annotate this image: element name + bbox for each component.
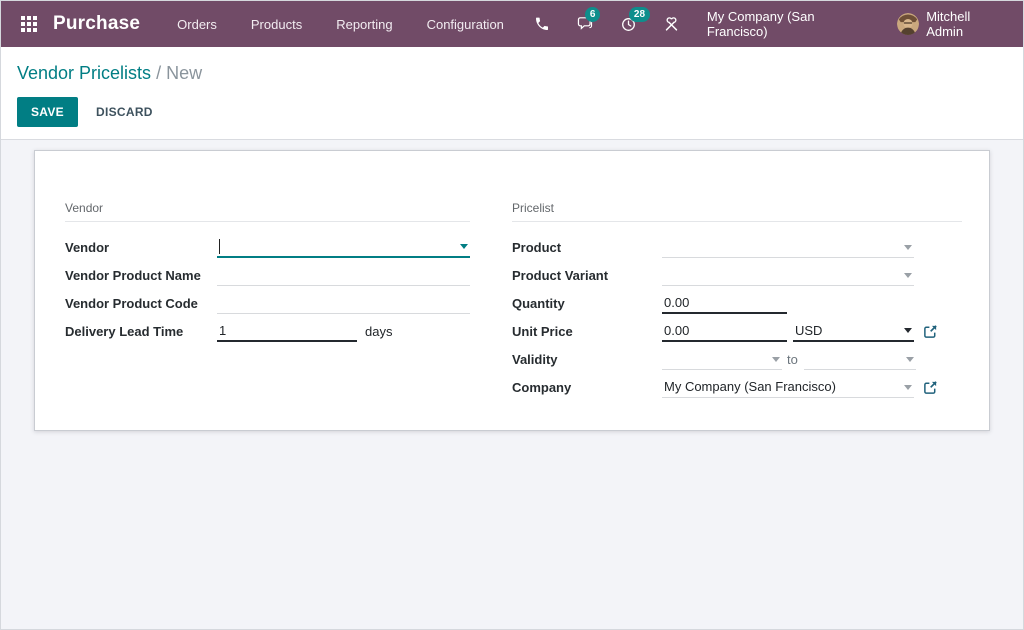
product-input[interactable] — [662, 237, 914, 258]
breadcrumb-separator: / — [156, 63, 162, 83]
navbar-left: Purchase Orders Products Reporting Confi… — [13, 1, 521, 47]
user-menu[interactable]: Mitchell Admin — [893, 9, 1019, 39]
menu-configuration[interactable]: Configuration — [410, 1, 521, 47]
phone-icon[interactable] — [521, 1, 563, 47]
quantity-label: Quantity — [512, 295, 565, 311]
vendor-label: Vendor — [65, 239, 110, 255]
company-switcher[interactable]: My Company (San Francisco) — [707, 9, 871, 39]
vendor-product-code-row: Vendor Product Code — [65, 293, 470, 314]
navbar-right: 6 28 My Company (San Francisco) Mitchell… — [521, 1, 1019, 47]
validity-start-caret-icon[interactable] — [772, 356, 780, 362]
menu-orders[interactable]: Orders — [160, 1, 234, 47]
validity-end-caret-icon[interactable] — [905, 356, 914, 362]
breadcrumb: Vendor Pricelists / New — [17, 62, 1007, 85]
company-external-link-icon[interactable] — [923, 380, 938, 395]
unit-price-input[interactable]: 0.00 — [662, 321, 787, 342]
vendor-dropdown-caret-icon[interactable] — [460, 244, 468, 249]
product-variant-label: Product Variant — [512, 267, 609, 283]
validity-start-input[interactable] — [662, 349, 782, 370]
unit-price-label: Unit Price — [512, 323, 573, 339]
messages-badge: 6 — [584, 7, 601, 22]
validity-label: Validity — [512, 351, 558, 367]
text-cursor — [219, 238, 220, 254]
currency-dropdown-caret-icon[interactable] — [904, 328, 912, 333]
vendor-product-name-row: Vendor Product Name — [65, 265, 470, 286]
activities-clock-icon[interactable]: 28 — [607, 1, 651, 47]
discard-button[interactable]: DISCARD — [82, 97, 167, 127]
validity-separator: to — [787, 351, 798, 367]
vendor-row: Vendor — [65, 237, 470, 258]
action-buttons: SAVE DISCARD — [17, 96, 1007, 127]
product-variant-row: Product Variant — [512, 265, 962, 286]
company-label: Company — [512, 379, 572, 395]
vendor-product-code-input[interactable] — [217, 293, 470, 314]
vendor-product-name-label: Vendor Product Name — [65, 267, 201, 283]
vendor-group-title: Vendor — [65, 201, 470, 222]
company-value: My Company (San Francisco) — [664, 379, 836, 394]
delivery-lead-time-input[interactable]: 1 — [217, 321, 357, 342]
quantity-input[interactable]: 0.00 — [662, 293, 787, 314]
content-area: Vendor Vendor Vendor Product Name Vendor… — [1, 139, 1023, 629]
activities-badge: 28 — [628, 7, 651, 22]
validity-end-input[interactable] — [803, 349, 916, 370]
product-variant-input[interactable] — [662, 265, 914, 286]
delivery-lead-time-row: Delivery Lead Time 1 days — [65, 321, 470, 342]
control-panel: Vendor Pricelists / New SAVE DISCARD — [1, 47, 1023, 140]
unit-price-row: Unit Price 0.00 USD — [512, 321, 962, 342]
currency-select[interactable]: USD — [793, 321, 914, 342]
app-name[interactable]: Purchase — [53, 13, 140, 35]
breadcrumb-parent[interactable]: Vendor Pricelists — [17, 63, 151, 83]
validity-row: Validity to — [512, 349, 962, 370]
vendor-group: Vendor Vendor Vendor Product Name Vendor… — [65, 201, 470, 430]
vendor-product-code-label: Vendor Product Code — [65, 295, 198, 311]
quantity-row: Quantity 0.00 — [512, 293, 962, 314]
currency-value: USD — [795, 322, 823, 338]
form-sheet: Vendor Vendor Vendor Product Name Vendor… — [34, 149, 990, 431]
apps-grid-icon[interactable] — [21, 16, 37, 32]
product-row: Product — [512, 237, 962, 258]
save-button[interactable]: SAVE — [17, 96, 78, 127]
tools-icon[interactable] — [650, 1, 693, 47]
pricelist-group: Pricelist Product Product Variant Quanti… — [512, 201, 962, 430]
breadcrumb-current: New — [166, 63, 203, 83]
company-input[interactable]: My Company (San Francisco) — [662, 377, 914, 398]
odoo-window: Purchase Orders Products Reporting Confi… — [0, 0, 1024, 630]
product-variant-dropdown-caret-icon[interactable] — [904, 272, 912, 278]
company-row: Company My Company (San Francisco) — [512, 377, 962, 398]
vendor-product-name-input[interactable] — [217, 265, 470, 286]
menu-products[interactable]: Products — [234, 1, 319, 47]
vendor-input[interactable] — [217, 237, 470, 258]
pricelist-group-title: Pricelist — [512, 201, 962, 222]
product-dropdown-caret-icon[interactable] — [904, 244, 912, 250]
product-label: Product — [512, 239, 562, 255]
currency-external-link-icon[interactable] — [923, 324, 938, 339]
delivery-lead-time-unit: days — [365, 323, 393, 339]
delivery-lead-time-label: Delivery Lead Time — [65, 323, 184, 339]
top-navbar: Purchase Orders Products Reporting Confi… — [1, 1, 1023, 47]
messages-icon[interactable]: 6 — [563, 1, 607, 47]
menu-reporting[interactable]: Reporting — [319, 1, 409, 47]
user-avatar — [897, 13, 920, 35]
user-name: Mitchell Admin — [926, 9, 971, 39]
company-dropdown-caret-icon[interactable] — [904, 384, 912, 390]
